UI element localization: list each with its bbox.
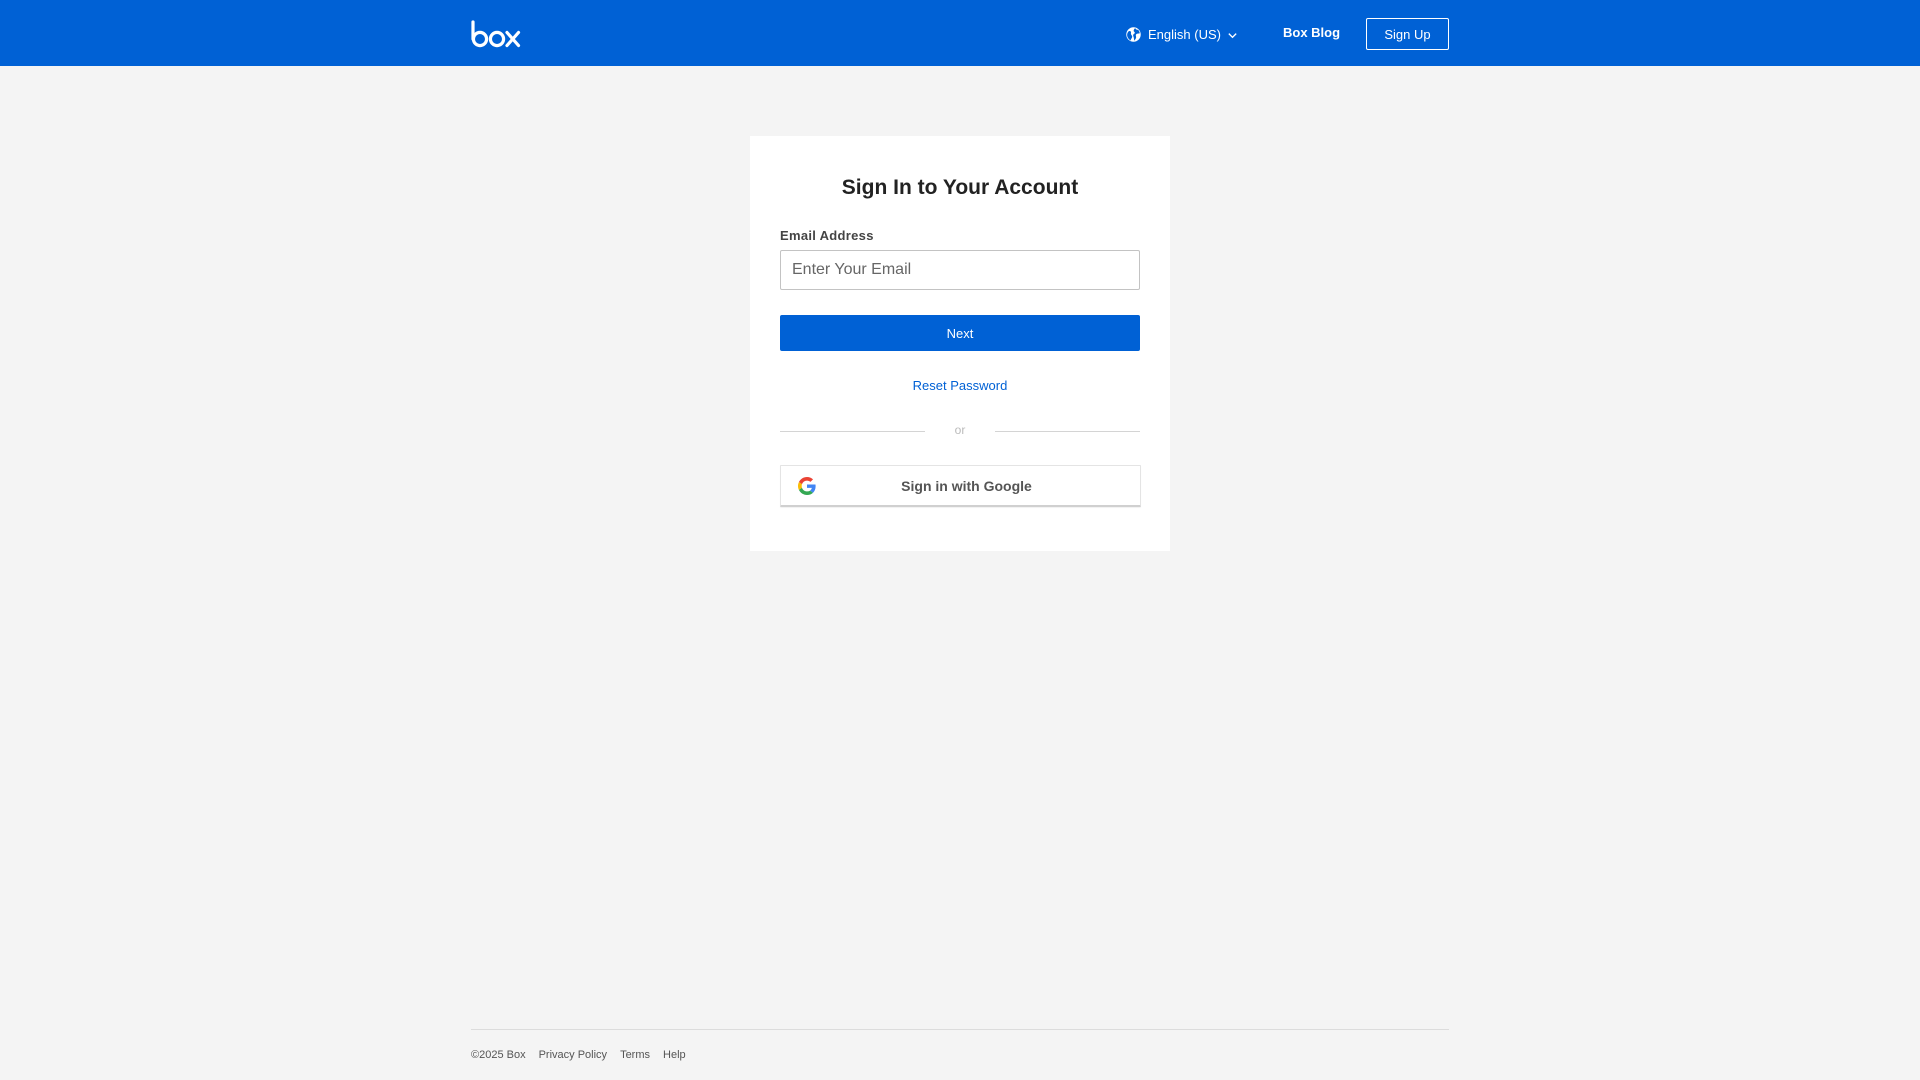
box-blog-link[interactable]: Box Blog — [1283, 25, 1340, 40]
chevron-down-icon — [1228, 32, 1237, 38]
top-navigation-inner: English (US) Box Blog Sign Up — [471, 0, 1449, 66]
google-button-label: Sign in with Google — [901, 478, 1032, 494]
reset-password-link[interactable]: Reset Password — [913, 378, 1008, 393]
divider-right — [995, 431, 1140, 432]
top-navigation-bar: English (US) Box Blog Sign Up — [0, 0, 1920, 66]
reset-password-container: Reset Password — [750, 377, 1170, 395]
email-field[interactable] — [780, 250, 1140, 290]
copyright-text: ©2025 Box — [471, 1049, 526, 1061]
page-title: Sign In to Your Account — [841, 176, 1079, 199]
terms-link[interactable]: Terms — [620, 1049, 650, 1061]
privacy-policy-link[interactable]: Privacy Policy — [539, 1049, 607, 1061]
next-button[interactable]: Next — [780, 315, 1140, 351]
email-label: Email Address — [780, 228, 874, 243]
sign-in-with-google-button[interactable]: Sign in with Google — [780, 465, 1141, 507]
sign-up-button[interactable]: Sign Up — [1366, 18, 1449, 50]
footer: ©2025 Box Privacy Policy Terms Help — [471, 1049, 699, 1061]
footer-divider — [471, 1029, 1449, 1030]
help-link[interactable]: Help — [663, 1049, 686, 1061]
login-card: Sign In to Your Account Email Address Ne… — [750, 136, 1170, 551]
globe-icon — [1126, 26, 1141, 42]
language-label: English (US) — [1148, 26, 1221, 42]
language-selector[interactable]: English (US) — [1125, 23, 1238, 45]
divider-or-text: or — [954, 423, 966, 437]
box-logo[interactable] — [471, 20, 521, 48]
